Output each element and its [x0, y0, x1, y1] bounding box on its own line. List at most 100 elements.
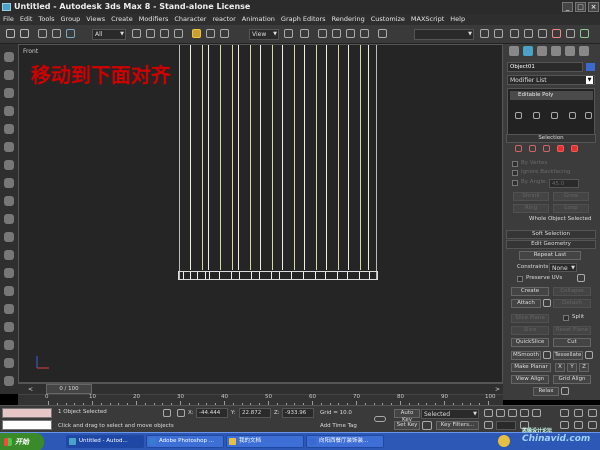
- key-filters-button[interactable]: Key Filters...: [436, 421, 479, 430]
- editable-poly-object[interactable]: [179, 45, 377, 279]
- utilities-tab-icon[interactable]: [579, 46, 589, 56]
- tessellate-button[interactable]: Tessellate: [553, 351, 583, 360]
- menu-maxscript[interactable]: MAXScript: [411, 15, 444, 23]
- reference-coordinate-dropdown[interactable]: View ▼: [249, 29, 279, 40]
- selection-filter-dropdown[interactable]: All ▼: [92, 29, 126, 40]
- configure-modifier-sets-icon[interactable]: [585, 112, 592, 119]
- menu-character[interactable]: Character: [174, 15, 206, 23]
- time-slider[interactable]: 0 / 100 < >: [18, 383, 503, 394]
- planar-x-button[interactable]: X: [555, 363, 565, 372]
- grow-button[interactable]: Grow: [553, 192, 589, 201]
- tool-icon-6[interactable]: [4, 142, 14, 152]
- menu-rendering[interactable]: Rendering: [332, 15, 365, 23]
- attach-button[interactable]: Attach: [511, 299, 541, 308]
- edit-geometry-rollout-header[interactable]: Edit Geometry: [506, 240, 596, 249]
- key-selection-dropdown[interactable]: Selected ▼: [421, 409, 479, 419]
- render-scene-icon[interactable]: [566, 29, 575, 38]
- tool-icon-16[interactable]: [4, 322, 14, 332]
- viewport-label[interactable]: Front: [23, 48, 38, 55]
- tool-icon-4[interactable]: [4, 106, 14, 116]
- tool-icon-10[interactable]: [4, 214, 14, 224]
- go-to-end-icon[interactable]: [532, 409, 541, 417]
- menu-reactor[interactable]: reactor: [212, 15, 235, 23]
- menu-customize[interactable]: Customize: [371, 15, 405, 23]
- spinner-snap-icon[interactable]: [360, 29, 369, 38]
- tool-icon-5[interactable]: [4, 124, 14, 134]
- tool-icon-13[interactable]: [4, 268, 14, 278]
- preserve-uvs-settings-icon[interactable]: [577, 274, 585, 282]
- create-tab-icon[interactable]: [509, 46, 519, 56]
- y-coordinate-field[interactable]: 22.872: [239, 408, 271, 418]
- arc-rotate-icon[interactable]: [574, 421, 583, 429]
- previous-frame-icon[interactable]: [496, 409, 505, 417]
- remove-modifier-icon[interactable]: [569, 112, 576, 119]
- cut-button[interactable]: Cut: [553, 338, 591, 347]
- msmooth-button[interactable]: MSmooth: [511, 351, 541, 360]
- percent-snap-icon[interactable]: [346, 29, 355, 38]
- x-coordinate-field[interactable]: -44.444: [196, 408, 228, 418]
- pivot-center-icon[interactable]: [284, 29, 293, 38]
- display-tab-icon[interactable]: [565, 46, 575, 56]
- tool-icon-7[interactable]: [4, 160, 14, 170]
- polygon-icon[interactable]: [557, 145, 564, 152]
- tool-icon-15[interactable]: [4, 304, 14, 314]
- attach-list-icon[interactable]: [543, 299, 551, 307]
- set-key-button[interactable]: Set Key: [394, 421, 420, 430]
- create-button[interactable]: Create: [511, 287, 549, 296]
- quickslice-button[interactable]: QuickSlice: [511, 338, 549, 347]
- object-color-swatch[interactable]: [586, 63, 595, 71]
- menu-help[interactable]: Help: [450, 15, 465, 23]
- loop-button[interactable]: Loop: [553, 204, 589, 213]
- modify-tab-icon[interactable]: [523, 46, 533, 56]
- select-and-scale-icon[interactable]: [220, 29, 229, 38]
- curve-editor-icon[interactable]: [524, 29, 533, 38]
- maxscript-listener-mini-field[interactable]: [2, 408, 52, 418]
- slice-plane-button[interactable]: Slice Plane: [511, 314, 549, 323]
- current-frame-field[interactable]: [496, 421, 516, 430]
- border-icon[interactable]: [543, 145, 550, 152]
- msmooth-settings-icon[interactable]: [543, 351, 551, 359]
- z-coordinate-field[interactable]: -933.96: [282, 408, 314, 418]
- element-icon[interactable]: [571, 145, 578, 152]
- menu-file[interactable]: File: [0, 14, 14, 25]
- collapse-button[interactable]: Collapse: [553, 287, 591, 296]
- zoom-all-icon[interactable]: [574, 409, 583, 417]
- bind-space-warp-icon[interactable]: [66, 29, 75, 38]
- preserve-uvs-checkbox[interactable]: [517, 276, 523, 282]
- quick-render-icon[interactable]: [580, 29, 589, 38]
- vertex-icon[interactable]: [515, 145, 522, 152]
- schematic-view-icon[interactable]: [538, 29, 547, 38]
- angle-snap-icon[interactable]: [332, 29, 341, 38]
- minimize-button[interactable]: _: [562, 2, 573, 12]
- next-frame-icon[interactable]: >: [495, 386, 500, 393]
- unlink-icon[interactable]: [52, 29, 61, 38]
- menu-modifiers[interactable]: Modifiers: [139, 15, 169, 23]
- tool-icon-12[interactable]: [4, 250, 14, 260]
- tessellate-settings-icon[interactable]: [585, 351, 593, 359]
- undo-icon[interactable]: [6, 29, 15, 38]
- key-mode-icon[interactable]: [374, 416, 386, 422]
- planar-y-button[interactable]: Y: [567, 363, 577, 372]
- ignore-backfacing-checkbox[interactable]: [512, 170, 518, 176]
- taskbar-item-my-documents[interactable]: 我的文档: [226, 435, 304, 448]
- tool-icon-2[interactable]: [4, 70, 14, 80]
- constraints-dropdown[interactable]: None ▼: [549, 263, 577, 272]
- maxscript-input-field[interactable]: [2, 420, 52, 430]
- layer-manager-icon[interactable]: [510, 29, 519, 38]
- by-angle-checkbox[interactable]: [512, 180, 518, 186]
- snap-toggle-icon[interactable]: [318, 29, 327, 38]
- relax-settings-icon[interactable]: [561, 387, 569, 395]
- repeat-last-button[interactable]: Repeat Last: [519, 251, 581, 260]
- auto-key-button[interactable]: Auto Key: [394, 409, 420, 423]
- tool-icon-11[interactable]: [4, 232, 14, 242]
- relax-button[interactable]: Relax: [533, 387, 559, 396]
- select-and-move-icon[interactable]: [192, 29, 201, 38]
- planar-z-button[interactable]: Z: [579, 363, 589, 372]
- soft-selection-rollout-header[interactable]: Soft Selection: [506, 230, 596, 239]
- taskbar-item-photoshop[interactable]: Adobe Photoshop ...: [146, 435, 224, 448]
- redo-icon[interactable]: [20, 29, 29, 38]
- maximize-viewport-icon[interactable]: [588, 421, 597, 429]
- absolute-mode-icon[interactable]: [177, 409, 185, 417]
- next-frame-icon[interactable]: [520, 409, 529, 417]
- zoom-icon[interactable]: [560, 409, 569, 417]
